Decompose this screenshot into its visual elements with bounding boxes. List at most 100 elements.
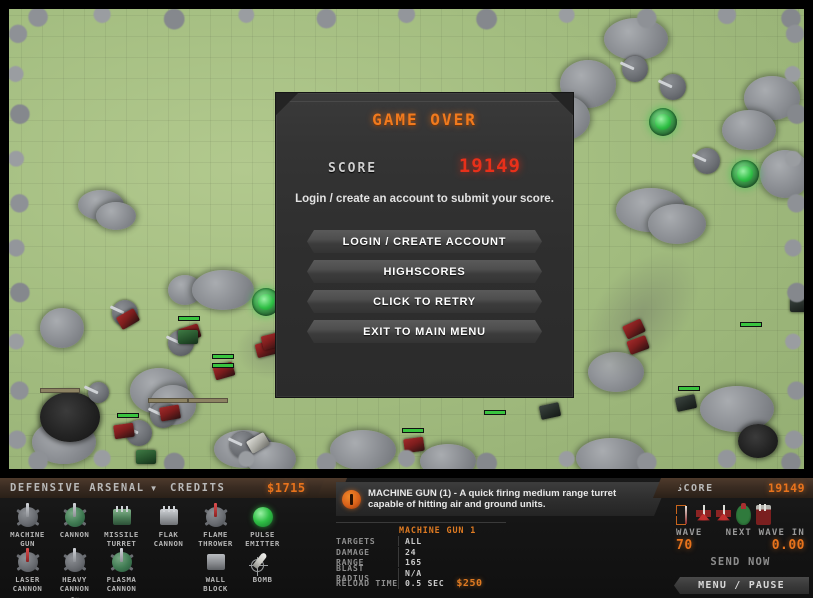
score-value: 19149 (767, 481, 805, 495)
tower-cost: $250 (456, 577, 483, 589)
enemy-craft-icon (696, 504, 711, 525)
wave-bracket-icon (676, 504, 691, 525)
arsenal-item-label: MACHINE GUN (10, 530, 45, 548)
enemy-health-bar (484, 410, 506, 415)
arsenal-item-label: WALL BLOCK (203, 575, 228, 593)
cannon-icon (62, 503, 88, 530)
enemy-health-bar (212, 363, 234, 368)
tower-stat-key: TARGETS (336, 536, 376, 547)
dialog-score-row: SCORE 19149 (328, 155, 521, 177)
turret-unit[interactable] (694, 148, 720, 174)
enemy-unit (538, 402, 562, 420)
game-over-dialog: GAME OVER SCORE 19149 Login / create an … (275, 92, 574, 398)
score-label: SCORE (676, 482, 714, 494)
tower-stat-value: 0.5 SEC $250 (398, 577, 506, 589)
tower-description-banner: MACHINE GUN (1) - A quick firing medium … (336, 482, 668, 516)
enemy-unit (178, 330, 198, 344)
credits-value: $1715 (267, 481, 306, 495)
crater (738, 424, 778, 458)
arsenal-item-heavy-cannon-icon[interactable]: HEAVY CANNON (51, 548, 98, 594)
arsenal-title: DEFENSIVE ARSENAL (10, 482, 145, 494)
rock-formation (96, 202, 136, 230)
arsenal-grid: MACHINE GUN CANNON MISSILE TURRET FLAK CANNON F… (0, 498, 332, 598)
turret-unit[interactable] (660, 74, 686, 100)
enemy-pod-icon (736, 502, 751, 525)
laser-cannon-icon (15, 548, 41, 575)
arsenal-item-wall-block-icon[interactable]: WALL BLOCK (192, 549, 239, 594)
tower-description-text: MACHINE GUN (1) - A quick firing medium … (368, 487, 617, 510)
wave-label: WAVE (676, 528, 703, 538)
arsenal-item-label: CANNON (59, 530, 90, 539)
arsenal-item-machine-gun-icon[interactable]: MACHINE GUN (4, 503, 51, 549)
rock-formation (192, 270, 254, 310)
turret-unit[interactable] (88, 382, 109, 403)
enemy-health-bar (402, 428, 424, 433)
arsenal-item-flame-thrower-icon[interactable]: FLAME THROWER (192, 503, 239, 549)
exit-to-main-menu-button[interactable]: EXIT TO MAIN MENU (307, 320, 542, 343)
arsenal-item-nuke-icon[interactable]: NUKE (51, 594, 98, 598)
arsenal-item-cannon-icon[interactable]: CANNON (51, 503, 98, 549)
tower-stat-value: ALL (398, 536, 506, 547)
click-to-retry-button[interactable]: CLICK TO RETRY (307, 290, 542, 313)
login-create-account-button[interactable]: LOGIN / CREATE ACCOUNT (307, 230, 542, 253)
tower-stat-value-text: 24 (405, 546, 417, 557)
arsenal-item-label: PLASMA CANNON (106, 575, 137, 593)
tower-stat-value-text: 0.5 SEC (405, 577, 445, 588)
arsenal-header[interactable]: DEFENSIVE ARSENAL ▼ CREDITS $1715 (0, 478, 332, 498)
rock-formation (576, 438, 646, 478)
enemy-health-bar (740, 322, 762, 327)
enemy-health-bar (678, 386, 700, 391)
turret-unit[interactable] (622, 56, 648, 82)
highscores-button[interactable]: HIGHSCORES (307, 260, 542, 283)
arsenal-item-laser-cannon-icon[interactable]: LASER CANNON (4, 548, 51, 594)
rock-formation (722, 110, 776, 150)
tower-stat-value-text: ALL (405, 536, 422, 547)
arsenal-item-bomb-icon[interactable]: BOMB (239, 549, 286, 594)
rock-formation (420, 444, 476, 478)
pulse-emitter-unit[interactable] (731, 160, 759, 188)
dialog-button-group: LOGIN / CREATE ACCOUNT HIGHSCORES CLICK … (307, 230, 542, 350)
rock-formation (760, 150, 810, 198)
arsenal-item-label: FLAK CANNON (153, 530, 184, 548)
dialog-score-value: 19149 (458, 155, 521, 177)
wave-labels-row: WAVE NEXT WAVE IN (668, 526, 813, 538)
nuke-icon (62, 594, 88, 598)
menu-pause-button[interactable]: MENU / PAUSE (674, 577, 809, 594)
enemy-health-bar (40, 388, 80, 393)
tower-stats-table: MACHINE GUN 1 TARGETS ALL DAMAGE 24 RANGE 165… (336, 522, 506, 589)
tower-stat-value: 24 (398, 546, 506, 557)
chevron-down-icon[interactable]: ▼ (150, 484, 158, 493)
next-wave-value: 0.00 (771, 538, 805, 553)
arsenal-item-label: BOMB (252, 575, 273, 584)
enemy-unit (113, 422, 135, 440)
flak-cannon-icon (156, 504, 182, 530)
score-wave-panel: SCORE 19149 WAVE NEXT WAVE IN 70 0.00 SE… (668, 478, 813, 598)
tower-stat-value-text: N/A (405, 567, 422, 578)
arsenal-item-flak-cannon-icon[interactable]: FLAK CANNON (145, 504, 192, 549)
score-header: SCORE 19149 (668, 478, 813, 498)
plasma-cannon-icon (109, 548, 135, 575)
flame-thrower-icon (203, 503, 229, 530)
map-rock-border-left (6, 16, 30, 462)
rock-formation (604, 18, 668, 60)
tower-stat-value: 165 (398, 557, 506, 568)
rock-formation (330, 430, 396, 470)
next-wave-label: NEXT WAVE IN (725, 528, 805, 538)
rock-formation (648, 204, 706, 244)
pulse-emitter-unit[interactable] (649, 108, 677, 136)
arsenal-item-label: FLAME THROWER (198, 530, 233, 548)
wave-enemy-icons (668, 498, 813, 526)
arsenal-item-plasma-cannon-icon[interactable]: PLASMA CANNON (98, 548, 145, 594)
arsenal-item-missile-turret-icon[interactable]: MISSILE TURRET (98, 504, 145, 549)
arsenal-item-pulse-emitter-icon[interactable]: PULSE EMITTER (239, 504, 286, 549)
enemy-craft-icon (716, 504, 731, 525)
enemy-unit (136, 450, 156, 464)
arsenal-item-emp-icon[interactable]: E.M.P (4, 594, 51, 598)
send-now-button[interactable]: SEND NOW (678, 554, 803, 569)
wave-value: 70 (676, 538, 693, 553)
tower-stats-title: MACHINE GUN 1 (399, 525, 477, 535)
info-icon (342, 490, 361, 509)
enemy-health-bar (178, 316, 200, 321)
game-map[interactable]: GAME OVER SCORE 19149 Login / create an … (0, 0, 813, 478)
defensive-arsenal-panel: DEFENSIVE ARSENAL ▼ CREDITS $1715 MACHIN… (0, 478, 332, 598)
